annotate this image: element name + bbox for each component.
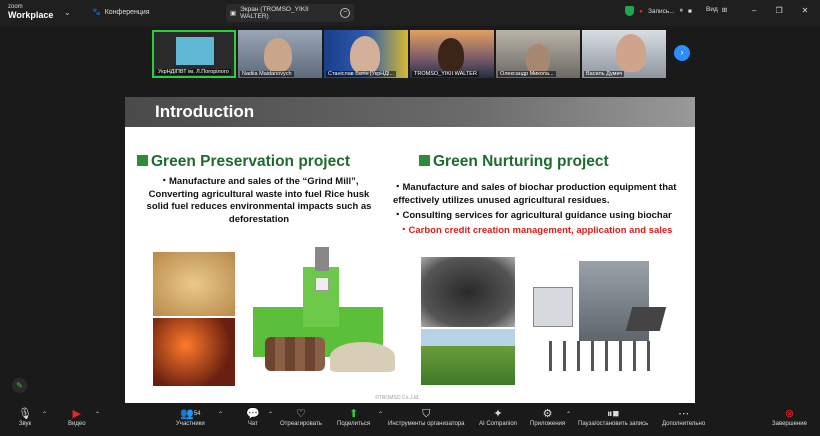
- window-controls: – ❐ ✕: [752, 6, 808, 15]
- camera-off-icon: ▶: [72, 408, 81, 420]
- screen-icon: ▣: [230, 10, 237, 17]
- people-icon: 👥: [180, 408, 194, 420]
- minimize-icon[interactable]: –: [752, 6, 756, 15]
- record-dot-icon: ●: [639, 7, 643, 15]
- maximize-icon[interactable]: ❐: [775, 6, 782, 15]
- pause-icon[interactable]: ⏸: [680, 7, 683, 15]
- field-image: [421, 329, 515, 385]
- minus-icon[interactable]: −: [340, 8, 350, 18]
- shield-icon: [625, 6, 634, 16]
- right-text-1: ・Manufacture and sales of biochar produc…: [393, 182, 677, 206]
- participant-tile[interactable]: TROMSO_YIKII WALTER: [410, 30, 494, 78]
- view-button[interactable]: Вид ⊞: [706, 6, 727, 14]
- biochar-equipment-image: [529, 257, 669, 381]
- chevron-up-icon[interactable]: ⌃: [268, 411, 273, 418]
- view-grid-icon: ⊞: [721, 7, 728, 14]
- chat-icon: 💬: [246, 408, 260, 420]
- zoom-logo: zoom Workplace: [8, 4, 54, 20]
- participant-strip: УкрНДІПВТ ім. Л.Погорілого Nadiia Maidan…: [152, 30, 666, 78]
- chevron-down-icon[interactable]: ⌄: [64, 8, 71, 17]
- participant-tile[interactable]: Nadiia Maidanovych: [238, 30, 322, 78]
- shield-icon: ⛉: [422, 408, 431, 420]
- participants-button[interactable]: 👥54 Участники: [176, 407, 205, 427]
- title-bar: zoom Workplace ⌄ 🐾 Конференция ▣ Экран (…: [0, 0, 820, 26]
- sparkle-icon: ✦: [493, 408, 503, 420]
- more-dots-icon: ⋯: [678, 408, 690, 420]
- right-heading: Green Nurturing project: [419, 153, 609, 171]
- host-tools-button[interactable]: ⛉ Инструменты организатора: [388, 407, 464, 427]
- chevron-up-icon[interactable]: ⌃: [218, 411, 223, 418]
- end-call-icon: ⊗: [784, 408, 795, 420]
- biochar-image: [421, 257, 515, 327]
- pause-stop-icon: ⏸■: [607, 408, 620, 420]
- apps-button[interactable]: ⚙ Приложения: [530, 407, 565, 427]
- logs-image: [265, 337, 325, 371]
- stop-icon[interactable]: ■: [688, 8, 692, 15]
- ai-companion-button[interactable]: ✦ AI Companion: [479, 407, 517, 427]
- end-button[interactable]: ⊗ Завершение: [772, 407, 807, 427]
- share-arrow-icon: ⬆: [348, 408, 359, 420]
- participant-tile[interactable]: УкрНДІПВТ ім. Л.Погорілого: [152, 30, 236, 78]
- shared-slide: Introduction Green Preservation project …: [125, 97, 695, 403]
- chevron-up-icon[interactable]: ⌃: [95, 411, 100, 418]
- annotate-pen-icon[interactable]: ✎: [12, 378, 27, 393]
- participant-tile[interactable]: Станіслав Батін [УкрНДІ...: [324, 30, 408, 78]
- participant-tile[interactable]: Василь Думич: [582, 30, 666, 78]
- slide-copyright: ©TROMSO Co.,Ltd.: [375, 395, 420, 401]
- chevron-up-icon[interactable]: ⌃: [378, 411, 383, 418]
- slide-title: Introduction: [155, 102, 255, 121]
- left-text: ・Manufacture and sales of the “Grind Mil…: [146, 176, 372, 225]
- microphone-icon: 🎙: [18, 408, 32, 420]
- chevron-up-icon[interactable]: ⌃: [566, 411, 571, 418]
- pause-recording-button[interactable]: ⏸■ Пауза/остановить запись: [578, 407, 648, 427]
- audio-button[interactable]: 🎙 Звук: [18, 407, 32, 427]
- recording-indicator: ● Запись... ⏸ ■: [625, 6, 692, 16]
- right-text-3: ・Carbon credit creation management, appl…: [399, 225, 673, 236]
- sawdust-image: [330, 342, 395, 372]
- chat-button[interactable]: 💬 Чат: [246, 407, 260, 427]
- react-button[interactable]: ♡ Отреагировать: [280, 407, 322, 427]
- meeting-toolbar: 🎙 Звук ⌃ ▶ Видео ⌃ 👥54 Участники ⌃ 💬 Чат ⌃ ♡…: [0, 403, 820, 436]
- next-page-button[interactable]: ›: [674, 45, 690, 61]
- slide-header: Introduction: [125, 97, 695, 127]
- screen-share-tab[interactable]: ▣ Экран (TROMSO_YIKII WALTER) −: [226, 4, 354, 22]
- more-button[interactable]: ⋯ Дополнительно: [662, 407, 705, 427]
- video-button[interactable]: ▶ Видео: [68, 407, 86, 427]
- share-button[interactable]: ⬆ Поделиться: [337, 407, 370, 427]
- fuel-briquettes-image: [153, 318, 235, 386]
- conference-menu[interactable]: 🐾 Конференция: [92, 8, 150, 17]
- paw-icon: 🐾: [92, 9, 101, 16]
- rice-husk-image: [153, 252, 235, 316]
- apps-icon: ⚙: [542, 408, 553, 420]
- participant-tile[interactable]: Олександр Микола...: [496, 30, 580, 78]
- bullet-square: [137, 155, 148, 166]
- left-heading: Green Preservation project: [137, 153, 350, 171]
- close-icon[interactable]: ✕: [802, 6, 809, 15]
- heart-icon: ♡: [295, 408, 306, 420]
- right-text-2: ・Consulting services for agricultural gu…: [393, 210, 672, 221]
- bullet-square: [419, 155, 430, 166]
- chevron-up-icon[interactable]: ⌃: [42, 411, 47, 418]
